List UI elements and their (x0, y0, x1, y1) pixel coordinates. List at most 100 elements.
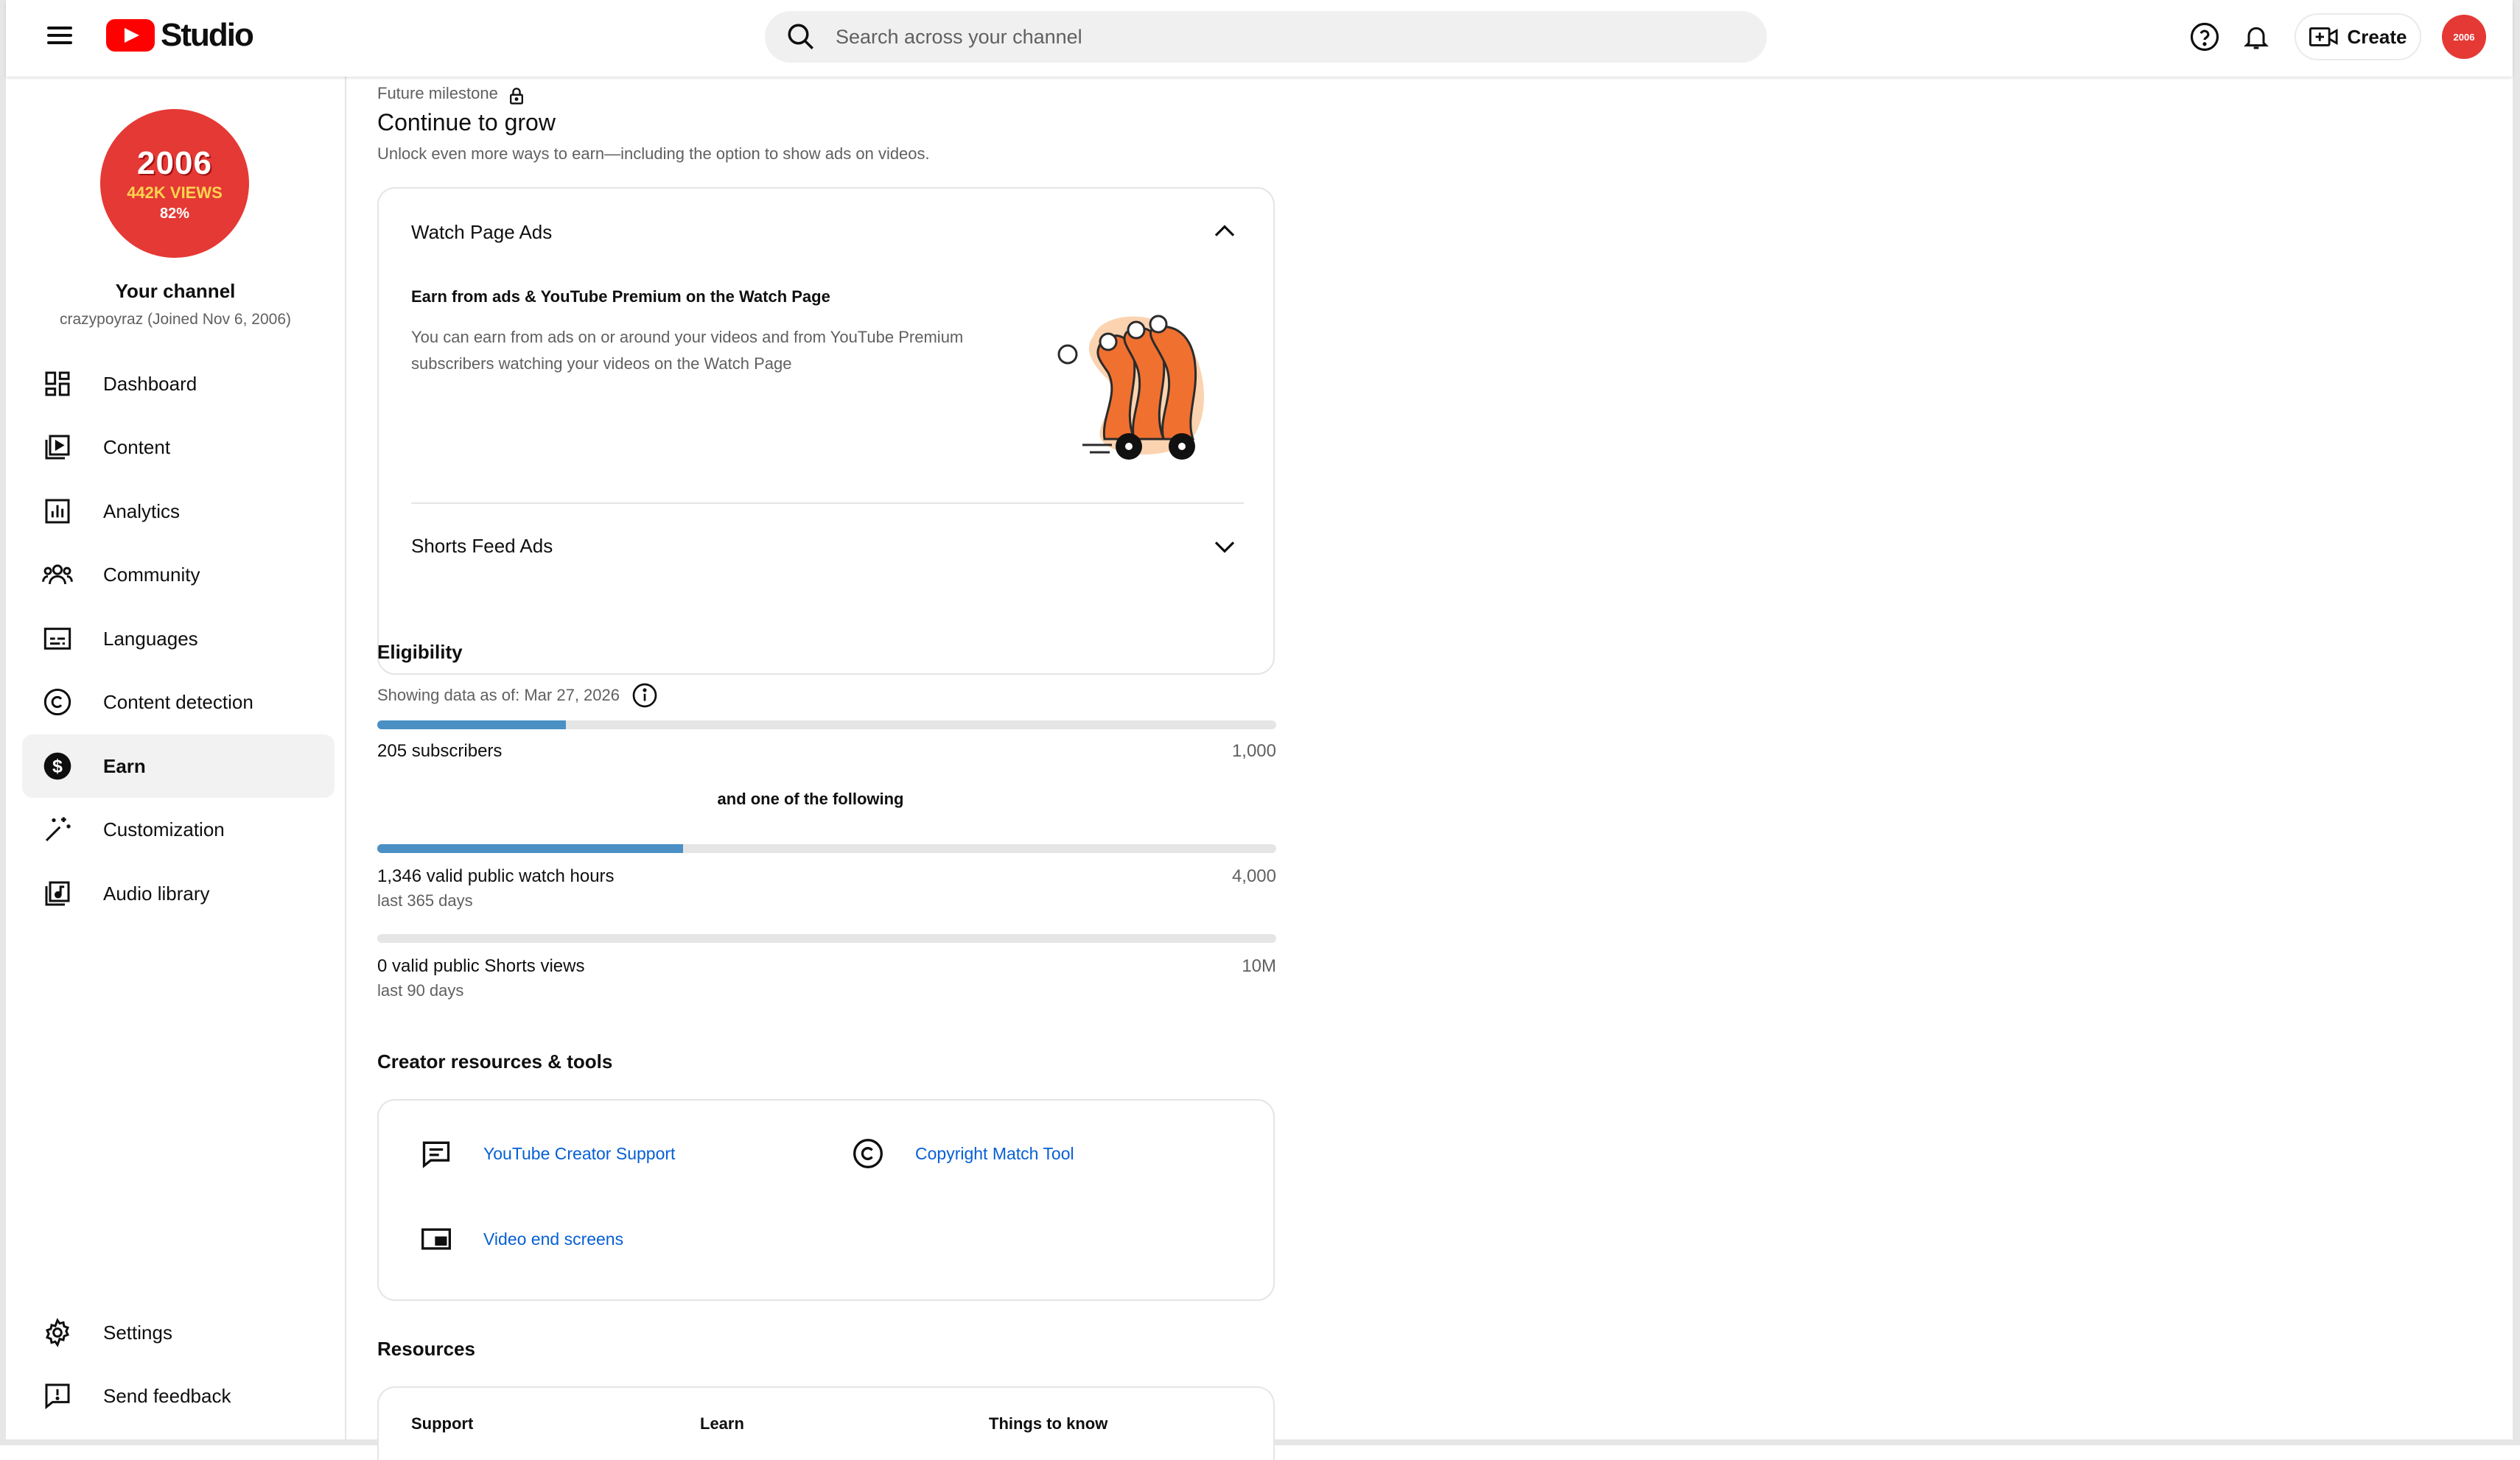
chevron-up-icon[interactable] (1213, 221, 1236, 240)
gear-icon (40, 1315, 75, 1350)
end-screens-link[interactable]: Video end screens (420, 1223, 623, 1255)
subscribers-progress-bar (377, 720, 1276, 729)
shorts-views-label: 0 valid public Shorts views (377, 956, 585, 976)
data-as-of: Showing data as of: Mar 27, 2026 (377, 686, 620, 704)
dashboard-icon (40, 366, 75, 401)
copyright-icon (40, 684, 75, 720)
subscribers-progress-fill (377, 720, 567, 729)
sidebar-item-label: Audio library (103, 882, 210, 905)
creator-resources-card: YouTube Creator Support Copyright Match … (377, 1099, 1275, 1301)
channel-title[interactable]: Your channel (6, 280, 345, 303)
sidebar-item-label: Dashboard (103, 372, 197, 395)
watch-page-ads-body: You can earn from ads on or around your … (411, 328, 964, 373)
sidebar-item-label: Content detection (103, 690, 253, 713)
sidebar-item-label: Customization (103, 818, 225, 840)
window-frame-left (0, 0, 6, 1445)
copyright-match-link[interactable]: Copyright Match Tool (852, 1137, 1074, 1170)
creator-support-label: YouTube Creator Support (483, 1143, 676, 1163)
resources-title: Resources (377, 1338, 475, 1360)
sidebar-item-label: Send feedback (103, 1384, 231, 1407)
feedback-icon (40, 1378, 75, 1414)
help-icon[interactable] (2187, 19, 2222, 55)
analytics-icon (40, 494, 75, 529)
search-bar[interactable] (765, 11, 1767, 63)
studio-logo[interactable]: Studio (106, 16, 254, 55)
youtube-play-icon (106, 19, 155, 52)
sidebar-item-content-detection[interactable]: Content detection (22, 670, 335, 734)
sidebar-item-content[interactable]: Content (22, 415, 335, 479)
end-screen-icon (421, 1228, 451, 1250)
avatar-percent: 82% (159, 205, 190, 222)
eligibility-connector: and one of the following (717, 790, 904, 808)
channel-avatar[interactable]: 2006 442K VIEWS 82% (100, 109, 249, 258)
chevron-down-icon[interactable] (1213, 538, 1236, 557)
watch-hours-progress-fill (377, 844, 683, 853)
watch-hours-target: 4,000 (1231, 866, 1276, 886)
sidebar-item-label: Earn (103, 754, 146, 777)
resources-card: Support Learn Things to know (377, 1386, 1275, 1460)
shorts-feed-ads-title: Shorts Feed Ads (411, 535, 553, 557)
notifications-bell-icon[interactable] (2239, 19, 2274, 55)
sidebar-item-languages[interactable]: Languages (22, 607, 335, 670)
account-avatar[interactable]: 2006 (2442, 15, 2486, 59)
sidebar-item-label: Languages (103, 627, 198, 650)
sidebar-item-settings[interactable]: Settings (22, 1301, 335, 1364)
milestone-description: Unlock even more ways to earn—including … (377, 144, 930, 163)
info-icon[interactable] (631, 682, 658, 709)
magic-wand-icon (40, 812, 75, 847)
shorts-feed-ads-header[interactable]: Shorts Feed Ads (379, 505, 1273, 586)
community-icon (40, 557, 75, 592)
card-divider (411, 502, 1244, 504)
subscribers-target: 1,000 (1231, 741, 1276, 761)
resources-tab-things-to-know[interactable]: Things to know (989, 1414, 1107, 1433)
search-input[interactable] (834, 24, 1721, 49)
watch-page-ads-header[interactable]: Watch Page Ads (379, 189, 1273, 274)
eligibility-title: Eligibility (377, 641, 463, 663)
avatar-views: 442K VIEWS (127, 183, 223, 202)
sidebar-item-label: Analytics (103, 499, 181, 522)
sidebar-item-audio-library[interactable]: Audio library (22, 862, 335, 925)
watch-hours-sub: last 365 days (377, 891, 473, 910)
dollar-icon: $ (40, 748, 75, 784)
content-icon (40, 429, 75, 465)
lock-icon (510, 87, 524, 105)
subscribers-label: 205 subscribers (377, 741, 503, 761)
sidebar-item-label: Settings (103, 1321, 172, 1344)
avatar-year: 2006 (137, 144, 212, 181)
watch-page-ads-heading: Earn from ads & YouTube Premium on the W… (411, 287, 830, 306)
top-header: Studio Create 2006 (6, 0, 2513, 77)
sidebar-item-send-feedback[interactable]: Send feedback (22, 1364, 335, 1428)
sidebar-item-label: Community (103, 563, 200, 586)
create-label: Create (2347, 25, 2407, 48)
eligibility-date-row: Showing data as of: Mar 27, 2026 (377, 682, 658, 709)
ads-card: Watch Page Ads Earn from ads & YouTube P… (377, 187, 1275, 675)
video-camera-plus-icon (2309, 27, 2338, 46)
creator-resources-title: Creator resources & tools (377, 1050, 613, 1073)
sidebar-item-label: Content (103, 435, 171, 458)
sidebar-item-community[interactable]: Community (22, 543, 335, 606)
logo-text: Studio (161, 17, 254, 53)
sidebar-item-analytics[interactable]: Analytics (22, 480, 335, 543)
audio-library-icon (40, 876, 75, 911)
milestone-title: Continue to grow (377, 109, 556, 136)
sidebar: 2006 442K VIEWS 82% Your channel crazypo… (6, 77, 346, 1439)
sidebar-item-earn[interactable]: $ Earn (22, 734, 335, 798)
copyright-match-label: Copyright Match Tool (915, 1143, 1074, 1163)
watch-hours-label: 1,346 valid public watch hours (377, 866, 615, 886)
end-screens-label: Video end screens (483, 1229, 624, 1249)
copyright-icon (853, 1139, 883, 1168)
sidebar-item-dashboard[interactable]: Dashboard (22, 352, 335, 415)
shorts-views-progress-bar (377, 934, 1276, 943)
svg-text:$: $ (52, 756, 63, 776)
menu-icon[interactable] (41, 21, 80, 50)
creator-support-link[interactable]: YouTube Creator Support (420, 1137, 675, 1170)
subtitles-icon (40, 621, 75, 656)
watch-hours-progress-bar (377, 844, 1276, 853)
channel-subtitle: crazypoyraz (Joined Nov 6, 2006) (60, 311, 291, 328)
create-button[interactable]: Create (2295, 13, 2421, 60)
shorts-views-target: 10M (1242, 956, 1276, 976)
search-icon (788, 24, 813, 49)
resources-tab-learn[interactable]: Learn (700, 1414, 744, 1433)
sidebar-item-customization[interactable]: Customization (22, 798, 335, 861)
resources-tab-support[interactable]: Support (411, 1414, 473, 1433)
